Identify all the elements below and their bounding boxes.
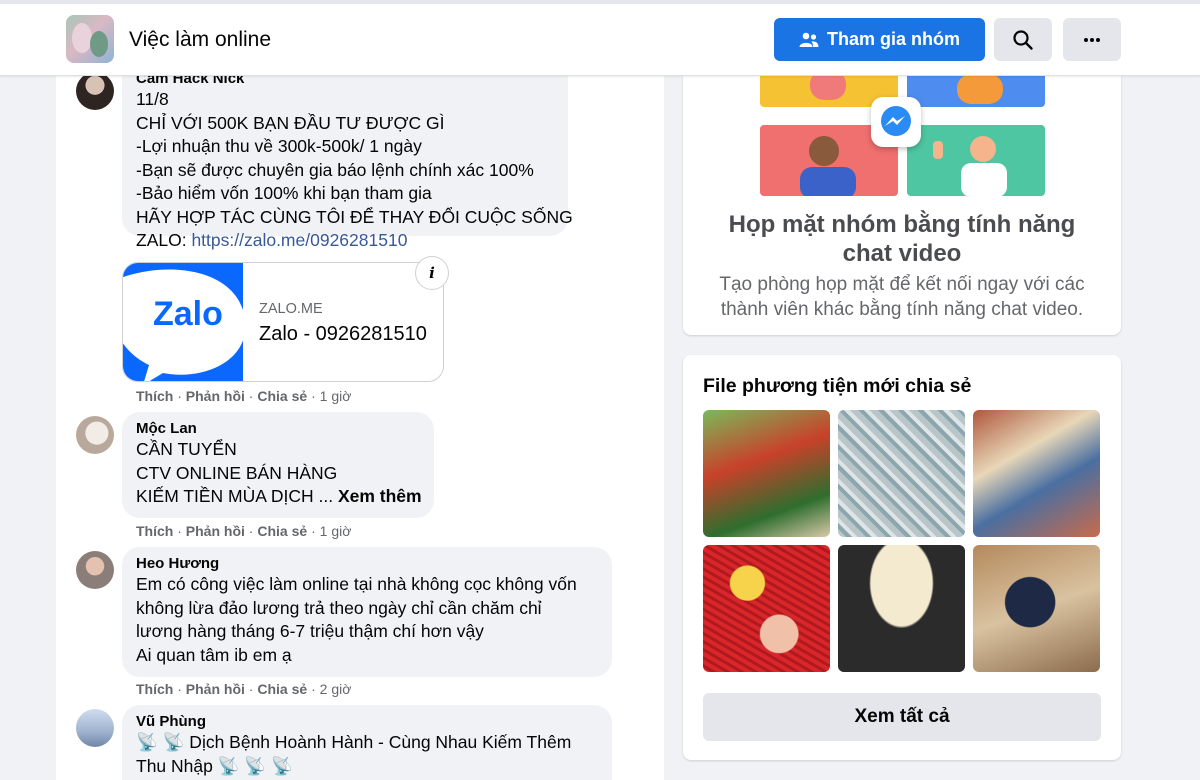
media-thumbnail[interactable] — [838, 410, 965, 537]
comment-text-line: CHỈ VỚI 500K BẠN ĐẦU TƯ ĐƯỢC GÌ — [136, 112, 445, 133]
comment-text-line: -Lợi nhuận thu về 300k-500k/ 1 ngày — [136, 136, 422, 156]
media-thumbnail[interactable] — [838, 545, 965, 672]
comment-text-line: 📡 📡 Dịch Bệnh Hoành Hành - Cùng Nhau Kiế… — [136, 732, 572, 752]
media-thumbnail[interactable] — [973, 410, 1100, 537]
messenger-icon — [871, 97, 921, 147]
avatar[interactable] — [76, 416, 114, 454]
comment-text-line: không lừa đảo lương trả theo ngày chỉ cầ… — [136, 597, 542, 618]
link-preview-card[interactable]: Zalo ZALO.ME Zalo - 0926281510 — [122, 262, 444, 382]
media-thumbnail[interactable] — [973, 545, 1100, 672]
zalo-prefix: ZALO: — [136, 230, 192, 250]
avatar[interactable] — [76, 76, 114, 110]
like-action[interactable]: Thích — [136, 523, 173, 539]
shared-media-card: File phương tiện mới chia sẻ Xem tất cả — [683, 355, 1121, 760]
comment-author[interactable]: Mộc Lan — [136, 420, 420, 438]
video-chat-description: Tạo phòng họp mặt để kết nối ngay với cá… — [683, 272, 1121, 322]
comment-text-line: CẦN TUYỂN — [136, 439, 237, 459]
zalo-logo-text: Zalo — [153, 295, 223, 333]
avatar[interactable] — [76, 551, 114, 589]
comment-text-line: lương hàng tháng 6-7 triệu thậm chí hơn … — [136, 621, 484, 641]
comment-actions: Thích · Phản hồi · Chia sẻ · 1 giờ — [136, 523, 352, 539]
avatar[interactable] — [76, 709, 114, 747]
people-icon — [799, 32, 819, 47]
video-chat-card: Họp mặt nhóm bằng tính năng chat video T… — [683, 36, 1121, 335]
comment-time[interactable]: 1 giờ — [320, 523, 352, 539]
comment-time[interactable]: 2 giờ — [320, 681, 352, 697]
share-action[interactable]: Chia sẻ — [257, 388, 307, 404]
video-chat-title-line: Họp mặt nhóm bằng tính năng — [728, 211, 1076, 238]
comment-actions: Thích · Phản hồi · Chia sẻ · 1 giờ — [136, 388, 352, 404]
video-chat-title-line: chat video — [842, 240, 962, 267]
reply-action[interactable]: Phản hồi — [186, 681, 245, 697]
shared-media-title: File phương tiện mới chia sẻ — [703, 375, 972, 397]
comment-bubble: Mộc Lan CẦN TUYỂN CTV ONLINE BÁN HÀNG KI… — [122, 412, 434, 518]
group-header: Việc làm online Tham gia nhóm — [0, 0, 1200, 76]
comment-bubble: Vũ Phùng 📡 📡 Dịch Bệnh Hoành Hành - Cùng… — [122, 705, 612, 780]
comment-text-line: Em có công việc làm online tại nhà không… — [136, 574, 577, 594]
zalo-link[interactable]: https://zalo.me/0926281510 — [191, 230, 407, 250]
comment-text-fragment: KIẾM TIỀN MÙA DỊCH ... — [136, 486, 338, 506]
more-icon — [1084, 37, 1100, 42]
comment-text-line: HÃY HỢP TÁC CÙNG TÔI ĐỂ THAY ĐỔI CUỘC SỐ… — [136, 206, 573, 227]
share-action[interactable]: Chia sẻ — [257, 681, 307, 697]
search-icon — [1013, 29, 1033, 50]
comment-text-line: KIẾM TIỀN MÙA DỊCH ... Xem thêm — [136, 485, 422, 509]
zalo-logo: Zalo — [123, 263, 243, 381]
comment-text-line: 11/8 — [136, 89, 169, 109]
comment-bubble: Cam Hack Nick 11/8 CHỈ VỚI 500K BẠN ĐẦU … — [122, 76, 573, 250]
info-icon[interactable]: i — [415, 256, 449, 290]
video-chat-title: Họp mặt nhóm bằng tính năng chat video — [683, 210, 1121, 268]
link-title: Zalo - 0926281510 — [259, 323, 427, 345]
comment-time[interactable]: 1 giờ — [320, 388, 352, 404]
like-action[interactable]: Thích — [136, 681, 173, 697]
comment-text-line: CTV ONLINE BÁN HÀNG — [136, 462, 338, 483]
video-chat-desc-line: thành viên khác bằng tính năng chat vide… — [720, 299, 1084, 320]
comment-text-line: Ai quan tâm ib em ạ — [136, 644, 292, 665]
see-more-link[interactable]: Xem thêm — [338, 486, 422, 506]
zalo-logo-icon: Zalo — [123, 269, 243, 381]
join-group-button[interactable]: Tham gia nhóm — [774, 18, 985, 61]
comment-author[interactable]: Vũ Phùng — [136, 713, 598, 731]
group-name[interactable]: Việc làm online — [129, 28, 271, 52]
comment-text-line: Thu Nhập 📡 📡 📡 — [136, 755, 293, 776]
video-chat-desc-line: Tạo phòng họp mặt để kết nối ngay với cá… — [719, 274, 1085, 295]
comment-feed: Cam Hack Nick 11/8 CHỈ VỚI 500K BẠN ĐẦU … — [56, 76, 664, 780]
media-thumbnail[interactable] — [703, 410, 830, 537]
comment-actions: Thích · Phản hồi · Chia sẻ · 2 giờ — [136, 681, 352, 697]
illustration-tile — [907, 125, 1045, 196]
see-all-button[interactable]: Xem tất cả — [703, 693, 1101, 741]
reply-action[interactable]: Phản hồi — [186, 388, 245, 404]
group-cover-thumbnail[interactable] — [66, 15, 114, 63]
search-button[interactable] — [994, 18, 1052, 61]
comment-text-line: -Bảo hiểm vốn 100% khi bạn tham gia — [136, 183, 432, 203]
more-options-button[interactable] — [1063, 18, 1121, 61]
comment-text-line: ZALO: https://zalo.me/0926281510 — [136, 229, 554, 253]
comment-author[interactable]: Heo Hương — [136, 555, 598, 573]
share-action[interactable]: Chia sẻ — [257, 523, 307, 539]
join-group-label: Tham gia nhóm — [826, 29, 960, 49]
comment-bubble: Heo Hương Em có công việc làm online tại… — [122, 547, 612, 677]
comment-author[interactable]: Cam Hack Nick — [136, 76, 554, 88]
reply-action[interactable]: Phản hồi — [186, 523, 245, 539]
media-thumbnail[interactable] — [703, 545, 830, 672]
like-action[interactable]: Thích — [136, 388, 173, 404]
comment-text-line: -Bạn sẽ được chuyên gia báo lệnh chính x… — [136, 159, 534, 180]
link-domain: ZALO.ME — [259, 301, 323, 317]
